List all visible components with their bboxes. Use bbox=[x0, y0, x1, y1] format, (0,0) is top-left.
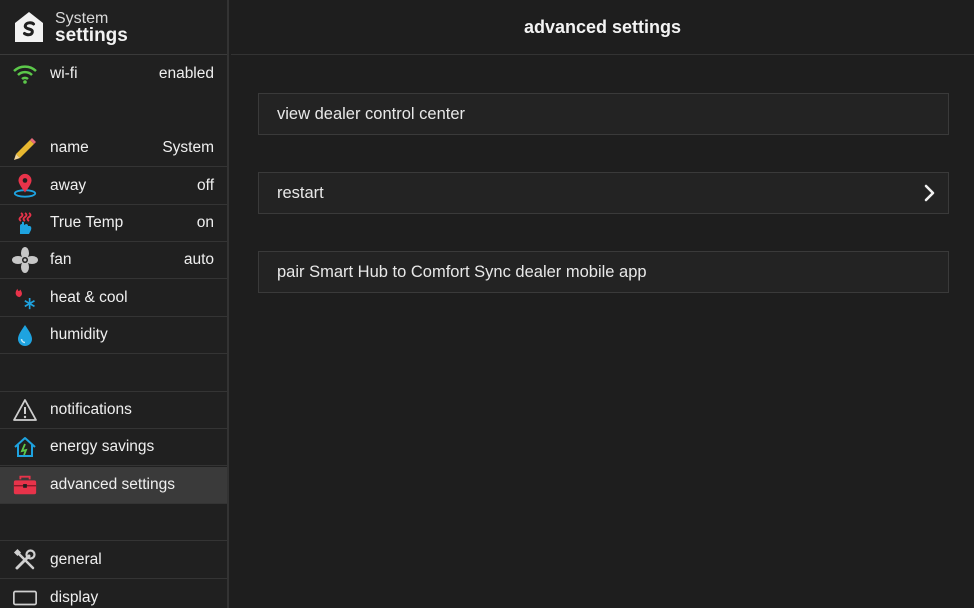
sidebar-item-label: notifications bbox=[50, 401, 132, 418]
wifi-icon bbox=[12, 61, 38, 87]
sidebar-item-label: heat & cool bbox=[50, 289, 128, 306]
display-icon bbox=[12, 585, 38, 608]
sidebar-item-true-temp[interactable]: True Temp on bbox=[0, 205, 227, 242]
option-label: pair Smart Hub to Comfort Sync dealer mo… bbox=[277, 262, 647, 281]
energy-home-icon bbox=[12, 434, 38, 460]
sidebar-item-value: on bbox=[196, 214, 214, 231]
sidebar-item-label: humidity bbox=[50, 326, 108, 343]
warning-icon bbox=[12, 397, 38, 423]
pencil-icon bbox=[12, 135, 38, 161]
tools-icon bbox=[12, 547, 38, 573]
view-dealer-control-center-button[interactable]: view dealer control center bbox=[258, 93, 949, 135]
sidebar-item-label: name bbox=[50, 139, 89, 156]
sidebar-item-heat-cool[interactable]: heat & cool bbox=[0, 280, 227, 317]
fan-icon bbox=[12, 247, 38, 273]
sidebar-item-wifi[interactable]: wi-fi enabled bbox=[0, 55, 227, 92]
pair-smart-hub-button[interactable]: pair Smart Hub to Comfort Sync dealer mo… bbox=[258, 251, 949, 293]
page-title: advanced settings bbox=[523, 16, 682, 37]
page-header: advanced settings bbox=[231, 0, 974, 55]
sidebar: System settings wi-fi enabled name Syste… bbox=[0, 0, 229, 608]
sidebar-item-label: wi-fi bbox=[50, 64, 78, 82]
brand-header: System settings bbox=[0, 0, 227, 55]
location-pin-icon bbox=[12, 173, 38, 199]
home-logo-icon bbox=[15, 12, 43, 42]
sidebar-item-general[interactable]: general bbox=[0, 542, 227, 579]
sidebar-item-value: System bbox=[162, 139, 214, 156]
water-drop-icon bbox=[12, 322, 38, 348]
sidebar-item-label: fan bbox=[50, 251, 72, 268]
brand-title-bottom: settings bbox=[55, 25, 128, 46]
restart-button[interactable]: restart bbox=[258, 172, 949, 214]
sidebar-spacer bbox=[0, 504, 227, 541]
sidebar-item-label: advanced settings bbox=[50, 476, 175, 493]
sidebar-item-advanced-settings[interactable]: advanced settings bbox=[0, 467, 227, 504]
sidebar-item-label: True Temp bbox=[50, 214, 124, 231]
sidebar-item-value: auto bbox=[183, 251, 214, 268]
chevron-right-icon bbox=[924, 184, 935, 202]
true-temp-icon bbox=[12, 210, 38, 236]
heat-cool-icon bbox=[12, 285, 38, 311]
sidebar-item-display[interactable]: display bbox=[0, 579, 227, 608]
sidebar-item-label: display bbox=[50, 588, 99, 606]
sidebar-item-label: away bbox=[50, 177, 87, 194]
toolbox-icon bbox=[12, 472, 38, 498]
sidebar-item-notifications[interactable]: notifications bbox=[0, 392, 227, 429]
sidebar-item-energy-savings[interactable]: energy savings bbox=[0, 429, 227, 466]
sidebar-item-humidity[interactable]: humidity bbox=[0, 317, 227, 354]
sidebar-spacer bbox=[0, 355, 227, 392]
sidebar-item-label: general bbox=[50, 551, 102, 568]
sidebar-item-value: off bbox=[197, 177, 214, 194]
sidebar-item-label: energy savings bbox=[50, 438, 155, 455]
sidebar-item-away[interactable]: away off bbox=[0, 168, 227, 205]
sidebar-item-fan[interactable]: fan auto bbox=[0, 242, 227, 279]
option-label: view dealer control center bbox=[277, 104, 466, 123]
sidebar-item-value: enabled bbox=[158, 64, 214, 82]
sidebar-item-name[interactable]: name System bbox=[0, 130, 227, 167]
option-label: restart bbox=[277, 183, 324, 202]
main-panel: advanced settings view dealer control ce… bbox=[231, 0, 974, 608]
